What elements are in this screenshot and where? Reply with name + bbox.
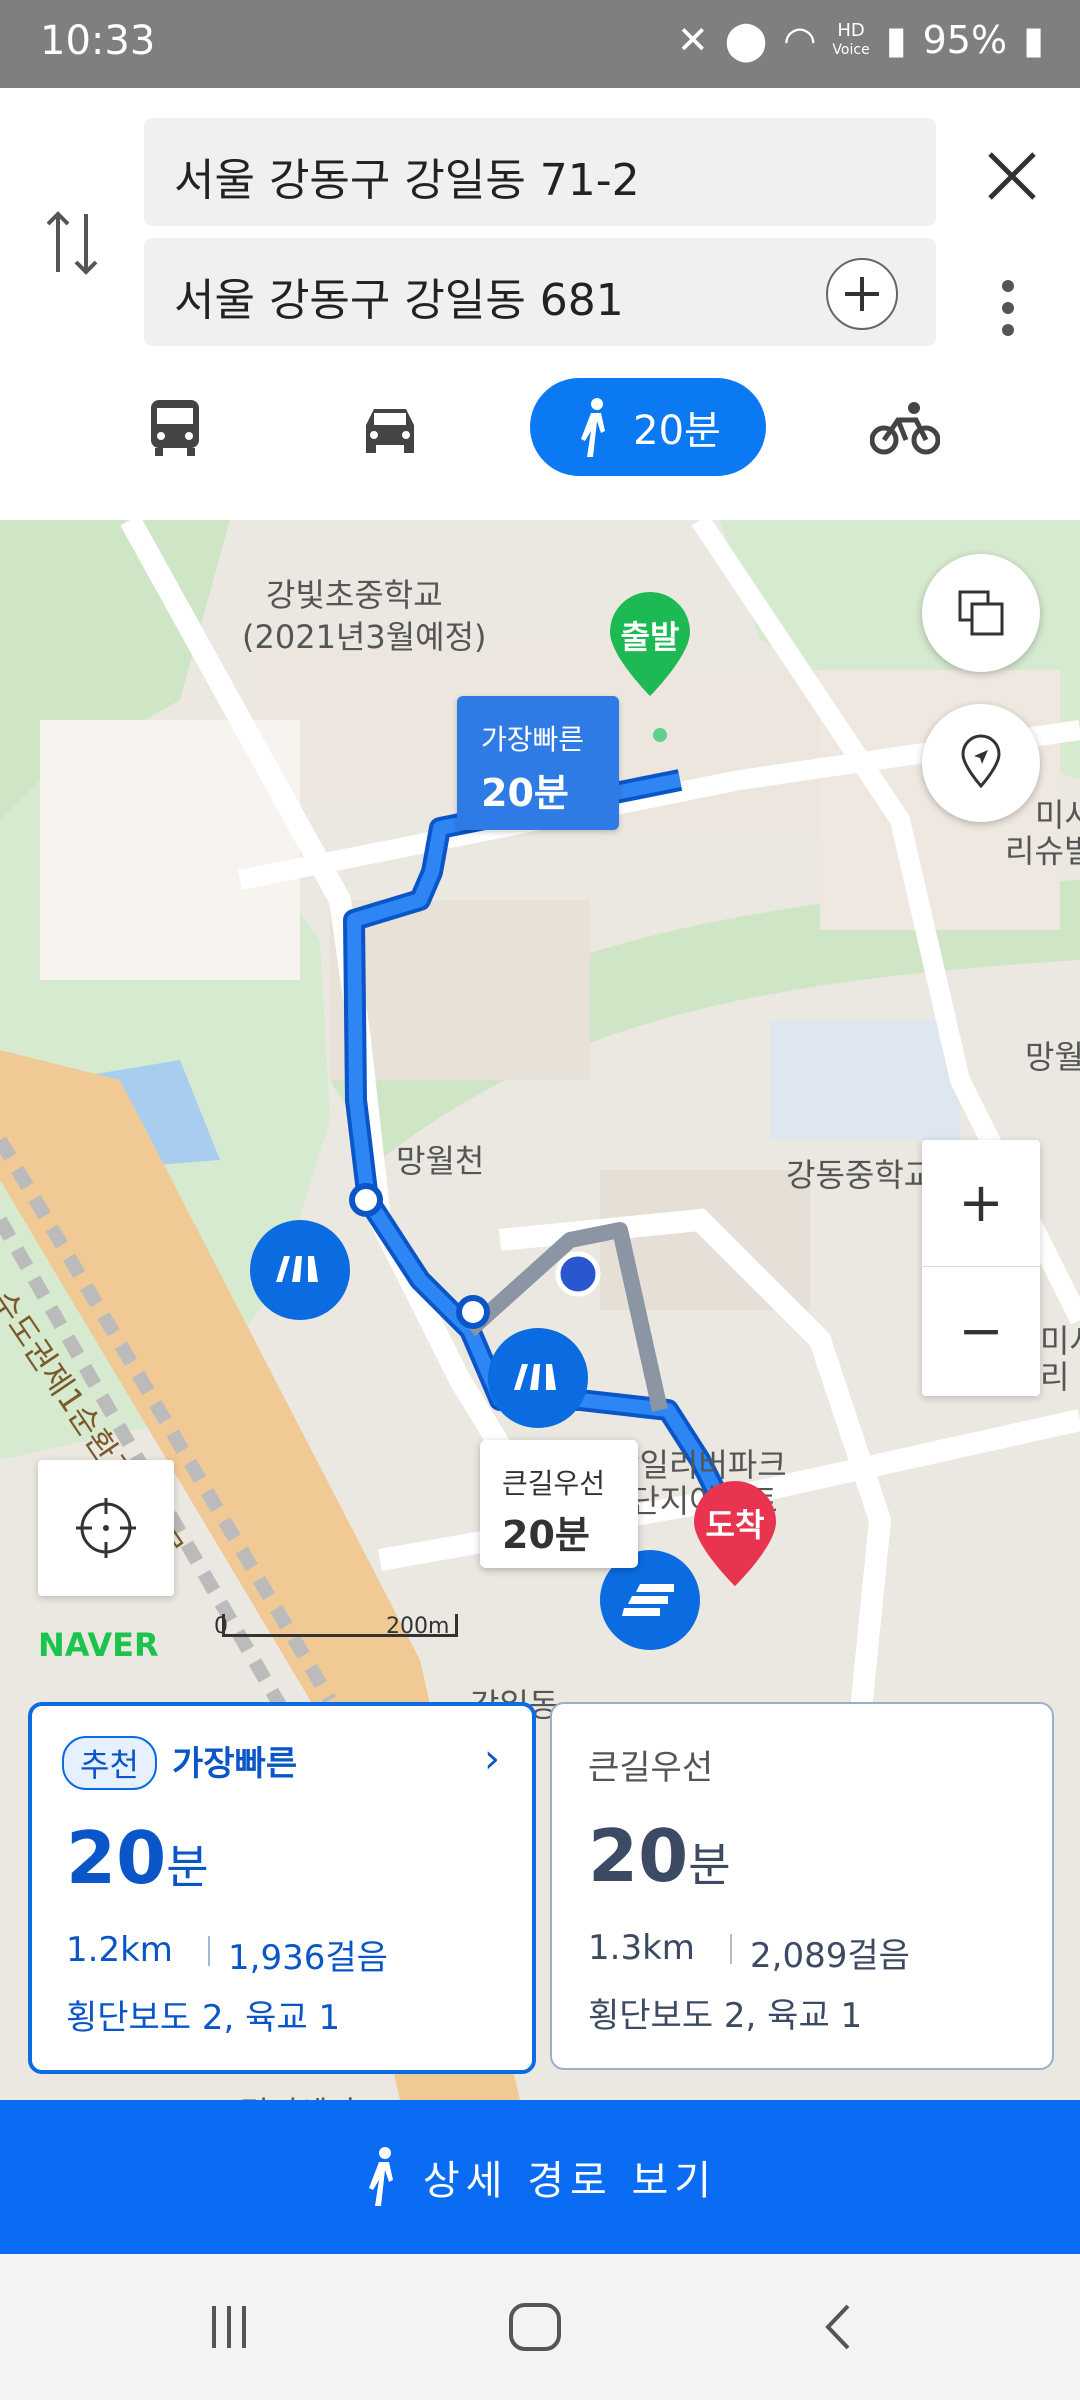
end-marker: 도착 — [690, 1478, 780, 1590]
route-card-distance: 1.2km — [66, 1930, 173, 1970]
route-search-header: 서울 강동구 강일동 71-2 서울 강동구 강일동 681 20분 — [0, 88, 1080, 521]
hd-label: HD — [837, 19, 865, 41]
battery-level: 95% — [922, 18, 1008, 62]
voice-label: Voice — [832, 41, 870, 58]
time-value: 20 — [588, 1814, 689, 1898]
status-time: 10:33 — [40, 18, 156, 64]
layers-button[interactable] — [922, 554, 1040, 672]
map-label-edge5: 리 — [1040, 1358, 1070, 1396]
mute-icon: ✕ — [676, 18, 709, 62]
map-label-edge3: 망월 — [1025, 1038, 1080, 1076]
location-pin-button[interactable] — [922, 704, 1040, 822]
walk-time: 20분 — [633, 408, 721, 454]
divider — [208, 1936, 210, 1966]
crosswalk-icon — [514, 1364, 556, 1390]
callout-main-road-time: 20분 — [502, 1513, 590, 1557]
more-options-icon[interactable] — [1000, 278, 1016, 342]
recommend-badge: 추천 — [62, 1736, 157, 1790]
map-label-stream: 망월천 — [396, 1142, 485, 1180]
map-label-school2: 강동중학교 — [786, 1156, 934, 1194]
system-nav-bar — [0, 2254, 1080, 2400]
home-icon[interactable] — [508, 2302, 562, 2352]
status-icons: ✕ ⬤ ◠ HD Voice ▮ 95% ▮ — [677, 18, 1044, 62]
route-card-crossings: 횡단보도 2, 육교 1 — [66, 1998, 341, 2038]
callout-main-road[interactable]: 큰길우선 20분 — [480, 1440, 638, 1568]
route-card-steps: 2,089걸음 — [750, 1936, 910, 1976]
back-icon[interactable] — [820, 2302, 854, 2352]
wifi-icon: ◠ — [783, 18, 817, 62]
crosswalk-marker[interactable] — [488, 1328, 588, 1428]
map-label-edge2: 리슈빌 — [1005, 832, 1080, 870]
route-card-title: 큰길우선 — [588, 1748, 714, 1788]
origin-text: 서울 강동구 강일동 71-2 — [174, 155, 640, 206]
car-icon — [366, 409, 414, 453]
scale-distance: 200m — [386, 1614, 450, 1639]
route-card-title: 가장빠른 — [172, 1744, 298, 1784]
map-label-school1-line1: 강빛초중학교 — [266, 576, 443, 614]
divider — [730, 1934, 732, 1964]
time-value: 20 — [66, 1816, 167, 1900]
battery-icon: ▮ — [1023, 18, 1044, 62]
zoom-in-button[interactable]: + — [922, 1140, 1040, 1267]
detail-route-label: 상세 경로 보기 — [422, 2158, 718, 2204]
crosswalk-marker[interactable] — [250, 1220, 350, 1320]
time-unit: 분 — [688, 1838, 731, 1892]
time-unit: 분 — [166, 1840, 209, 1894]
destination-field[interactable]: 서울 강동구 강일동 681 — [144, 238, 936, 346]
hd-voice-icon: HD Voice — [832, 19, 870, 59]
zoom-out-button[interactable]: − — [922, 1268, 1040, 1394]
destination-text: 서울 강동구 강일동 681 — [174, 275, 624, 326]
walk-icon — [581, 398, 606, 457]
bus-icon — [151, 400, 199, 456]
callout-fastest[interactable]: 가장빠른 20분 — [457, 696, 619, 830]
end-marker-label: 도착 — [705, 1506, 765, 1544]
chevron-right-icon[interactable]: › — [484, 1736, 500, 1782]
callout-fastest-time: 20분 — [481, 771, 569, 815]
recent-apps-icon[interactable] — [206, 2304, 252, 2350]
start-marker-label: 출발 — [620, 618, 680, 656]
close-icon[interactable] — [984, 148, 1040, 208]
current-location-button[interactable] — [38, 1460, 174, 1596]
route-card-crossings: 횡단보도 2, 육교 1 — [588, 1996, 863, 2036]
scale-zero: 0 — [214, 1614, 228, 1639]
mode-car[interactable] — [345, 378, 435, 478]
add-waypoint-button[interactable] — [826, 258, 898, 330]
signal-icon: ▮ — [885, 18, 907, 62]
route-card-fastest[interactable]: 추천 가장빠른 › 20분 1.2km 1,936걸음 횡단보도 2, 육교 1 — [28, 1702, 536, 2074]
map-label-bottom-cut: 고덕리엔파크 — [210, 2088, 387, 2100]
zoom-controls: + − — [922, 1140, 1040, 1396]
status-bar: 10:33 ✕ ⬤ ◠ HD Voice ▮ 95% ▮ — [0, 0, 1080, 88]
crosshair-icon — [76, 1498, 136, 1558]
plus-icon: + — [958, 1171, 1004, 1234]
callout-fastest-title: 가장빠른 — [481, 723, 585, 756]
minus-icon: − — [958, 1299, 1004, 1362]
location-icon: ⬤ — [724, 18, 768, 62]
route-card-distance: 1.3km — [588, 1928, 695, 1968]
swap-icon[interactable] — [44, 208, 100, 282]
map-label-school1-line2: (2021년3월예정) — [242, 618, 487, 656]
origin-field[interactable]: 서울 강동구 강일동 71-2 — [144, 118, 936, 226]
start-marker: 출발 — [606, 590, 694, 700]
mode-bus[interactable] — [130, 378, 220, 478]
route-card-steps: 1,936걸음 — [228, 1938, 388, 1978]
crosswalk-icon — [276, 1256, 318, 1282]
bike-icon — [870, 402, 940, 455]
walk-icon — [368, 2147, 393, 2206]
route-card-time: 20분 — [66, 1816, 209, 1900]
detail-route-button[interactable]: 상세 경로 보기 — [0, 2100, 1080, 2254]
naver-logo: NAVER — [38, 1626, 159, 1664]
route-card-time: 20분 — [588, 1814, 731, 1898]
route-card-main-road[interactable]: 큰길우선 20분 1.3km 2,089걸음 횡단보도 2, 육교 1 — [550, 1702, 1054, 2070]
callout-main-road-title: 큰길우선 — [502, 1467, 606, 1500]
mode-walk[interactable]: 20분 — [530, 378, 766, 476]
layers-icon — [958, 590, 1004, 636]
location-pin-icon — [961, 734, 1001, 789]
mode-bike[interactable] — [860, 378, 950, 478]
overpass-icon — [622, 1584, 674, 1616]
